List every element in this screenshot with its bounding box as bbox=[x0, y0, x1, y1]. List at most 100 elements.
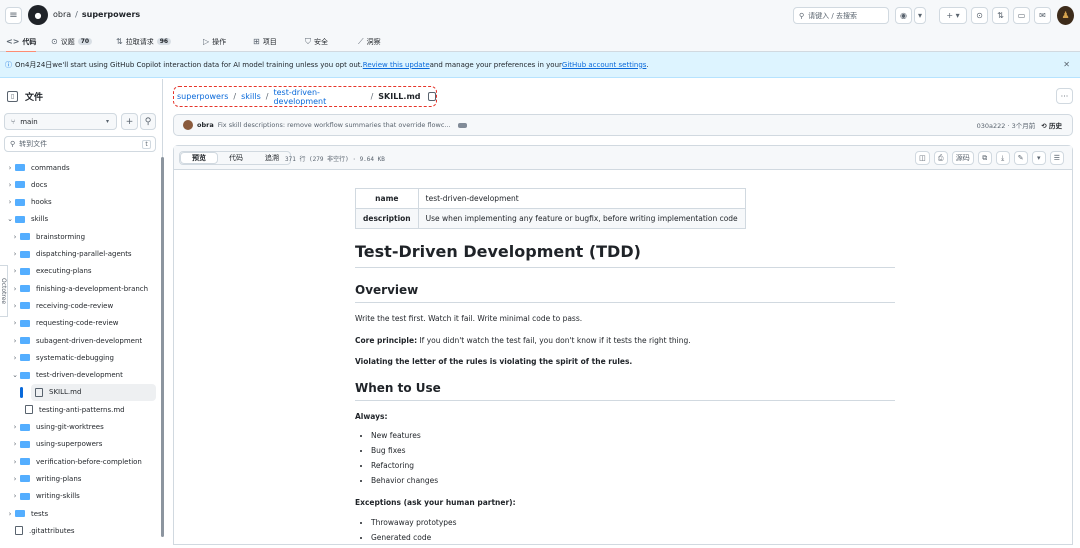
tree-folder-item[interactable]: › brainstorming bbox=[10, 228, 85, 245]
repo-link[interactable]: superpowers bbox=[82, 10, 140, 19]
user-avatar[interactable]: ♟ bbox=[1057, 6, 1074, 25]
repo-nav: <> 代码 ⊙ 议题 70 ⇅ 拉取请求 96 ▷ 操作 ⊞ 项目 ⛉ 安全 ⟋ 洞察 bbox=[0, 31, 1080, 53]
commit-author[interactable]: obra bbox=[197, 121, 214, 129]
history-button[interactable]: ⟲ 历史 bbox=[1041, 120, 1062, 130]
folder-icon bbox=[20, 440, 30, 448]
close-icon[interactable]: ✕ bbox=[1063, 60, 1070, 69]
tab-label: 洞察 bbox=[366, 37, 381, 46]
chevron-right-icon[interactable]: › bbox=[5, 510, 15, 518]
search-files-icon[interactable]: ⚲ bbox=[140, 113, 156, 130]
code-tab[interactable]: 代码 bbox=[218, 152, 254, 164]
edit-dropdown-icon[interactable]: ▾ bbox=[1031, 151, 1046, 165]
chevron-right-icon[interactable]: › bbox=[10, 250, 20, 258]
tree-folder-item[interactable]: › systematic-debugging bbox=[10, 349, 114, 366]
global-search[interactable]: ⚲ 请键入 / 去搜索 bbox=[793, 7, 889, 24]
outline-icon[interactable]: ☰ bbox=[1049, 151, 1064, 165]
tree-item-label: tests bbox=[31, 509, 49, 518]
branch-selector[interactable]: ⑂ main ▾ bbox=[4, 113, 117, 130]
chevron-right-icon[interactable]: › bbox=[5, 181, 15, 189]
add-file-button[interactable]: + bbox=[121, 113, 138, 130]
tree-folder-item[interactable]: › docs bbox=[5, 176, 48, 193]
issues-icon[interactable]: ⊙ bbox=[971, 7, 988, 24]
tab-issues[interactable]: ⊙ 议题 70 bbox=[51, 34, 93, 49]
github-logo-icon[interactable]: ● bbox=[28, 5, 48, 25]
tree-file-item[interactable]: testing-anti-patterns.md bbox=[25, 401, 125, 418]
commit-author-avatar[interactable] bbox=[183, 120, 193, 130]
tree-folder-item[interactable]: ⌄ skills bbox=[5, 211, 48, 228]
folder-icon bbox=[20, 267, 30, 275]
raw-button[interactable]: 源码 bbox=[951, 151, 974, 165]
tree-folder-item[interactable]: › requesting-code-review bbox=[10, 315, 119, 332]
tab-code[interactable]: <> 代码 bbox=[6, 34, 37, 53]
copilot-icon[interactable]: ◉ bbox=[895, 7, 912, 24]
chevron-right-icon[interactable]: › bbox=[10, 440, 20, 448]
tree-folder-item[interactable]: › receiving-code-review bbox=[10, 297, 114, 314]
tree-item-label: .gitattributes bbox=[29, 526, 75, 535]
sidebar-scrollbar[interactable] bbox=[161, 157, 164, 537]
copy-icon[interactable]: ⧉ bbox=[977, 151, 992, 165]
account-settings-link[interactable]: GitHub account settings bbox=[562, 61, 647, 69]
tree-file-item[interactable]: SKILL.md bbox=[20, 383, 156, 401]
tab-actions[interactable]: ▷ 操作 bbox=[203, 34, 226, 49]
sidebar-collapse-icon[interactable]: ▯ bbox=[7, 91, 18, 102]
tree-folder-item[interactable]: ⌄ test-driven-development bbox=[10, 367, 123, 384]
tab-insights[interactable]: ⟋ 洞察 bbox=[358, 34, 381, 49]
menu-icon[interactable]: ≡ bbox=[5, 7, 22, 24]
path-tdd-link[interactable]: test-driven-development bbox=[273, 88, 365, 106]
tree-folder-item[interactable]: › dispatching-parallel-agents bbox=[10, 246, 132, 263]
download-icon[interactable]: ⤓ bbox=[995, 151, 1010, 165]
tree-folder-item[interactable]: › tests bbox=[5, 505, 49, 522]
edit-icon[interactable]: ✎ bbox=[1013, 151, 1028, 165]
path-repo-link[interactable]: superpowers bbox=[177, 92, 228, 101]
chevron-right-icon[interactable]: › bbox=[10, 423, 20, 431]
chevron-right-icon[interactable]: › bbox=[10, 354, 20, 362]
file-line-info: 371 行 (279 非空行) · 9.64 KB bbox=[285, 156, 385, 163]
print-icon[interactable]: ⎙ bbox=[933, 151, 948, 165]
owner-link[interactable]: obra bbox=[53, 10, 71, 19]
goto-file-input[interactable]: ⚲ 转到文件 t bbox=[4, 136, 156, 152]
octotree-tab[interactable]: Octotree bbox=[0, 265, 8, 317]
chevron-right-icon[interactable]: › bbox=[5, 164, 15, 172]
chevron-down-icon[interactable]: ⌄ bbox=[10, 371, 20, 379]
chevron-down-icon[interactable]: ⌄ bbox=[5, 215, 15, 223]
tree-folder-item[interactable]: › verification-before-completion bbox=[10, 453, 142, 470]
chevron-right-icon[interactable]: › bbox=[10, 492, 20, 500]
commit-message[interactable]: Fix skill descriptions: remove workflow … bbox=[218, 121, 451, 129]
tab-projects[interactable]: ⊞ 项目 bbox=[253, 34, 277, 49]
tree-folder-item[interactable]: › subagent-driven-development bbox=[10, 332, 143, 349]
create-new-button[interactable]: + ▾ bbox=[939, 7, 967, 24]
path-skills-link[interactable]: skills bbox=[241, 92, 261, 101]
copy-path-icon[interactable] bbox=[427, 92, 436, 101]
folder-icon bbox=[15, 510, 25, 517]
preview-tab[interactable]: 预览 bbox=[180, 152, 218, 164]
chevron-right-icon[interactable]: › bbox=[10, 475, 20, 483]
chevron-right-icon[interactable]: › bbox=[10, 285, 20, 293]
chevron-right-icon[interactable]: › bbox=[10, 233, 20, 241]
pull-requests-icon[interactable]: ⇅ bbox=[992, 7, 1009, 24]
tree-folder-item[interactable]: › using-git-worktrees bbox=[10, 419, 104, 436]
tree-folder-item[interactable]: › writing-skills bbox=[10, 488, 80, 505]
copilot-dropdown-icon[interactable]: ▾ bbox=[914, 7, 926, 24]
review-update-link[interactable]: Review this update bbox=[363, 61, 430, 69]
tree-folder-item[interactable]: › finishing-a-development-branch bbox=[10, 280, 148, 297]
tree-folder-item[interactable]: › hooks bbox=[5, 194, 52, 211]
chevron-right-icon[interactable]: › bbox=[10, 267, 20, 275]
tree-folder-item[interactable]: › using-superpowers bbox=[10, 436, 103, 453]
tree-folder-item[interactable]: › writing-plans bbox=[10, 470, 82, 487]
repositories-icon[interactable]: ▭ bbox=[1013, 7, 1030, 24]
chevron-right-icon[interactable]: › bbox=[10, 302, 20, 310]
tab-pull-requests[interactable]: ⇅ 拉取请求 96 bbox=[116, 34, 172, 49]
more-options-button[interactable]: ··· bbox=[1056, 88, 1073, 104]
commit-sha[interactable]: 030a222 · 3个月前 bbox=[977, 120, 1036, 130]
chevron-right-icon[interactable]: › bbox=[10, 458, 20, 466]
chevron-right-icon[interactable]: › bbox=[10, 337, 20, 345]
copilot-icon[interactable]: ◫ bbox=[915, 151, 930, 165]
tree-folder-item[interactable]: › commands bbox=[5, 159, 70, 176]
chevron-right-icon[interactable]: › bbox=[10, 319, 20, 327]
folder-icon bbox=[20, 233, 30, 241]
expand-commit-icon[interactable] bbox=[457, 122, 467, 128]
tab-security[interactable]: ⛉ 安全 bbox=[305, 34, 328, 49]
inbox-icon[interactable]: ✉ bbox=[1034, 7, 1051, 24]
chevron-right-icon[interactable]: › bbox=[5, 198, 15, 206]
tree-folder-item[interactable]: › executing-plans bbox=[10, 263, 92, 280]
